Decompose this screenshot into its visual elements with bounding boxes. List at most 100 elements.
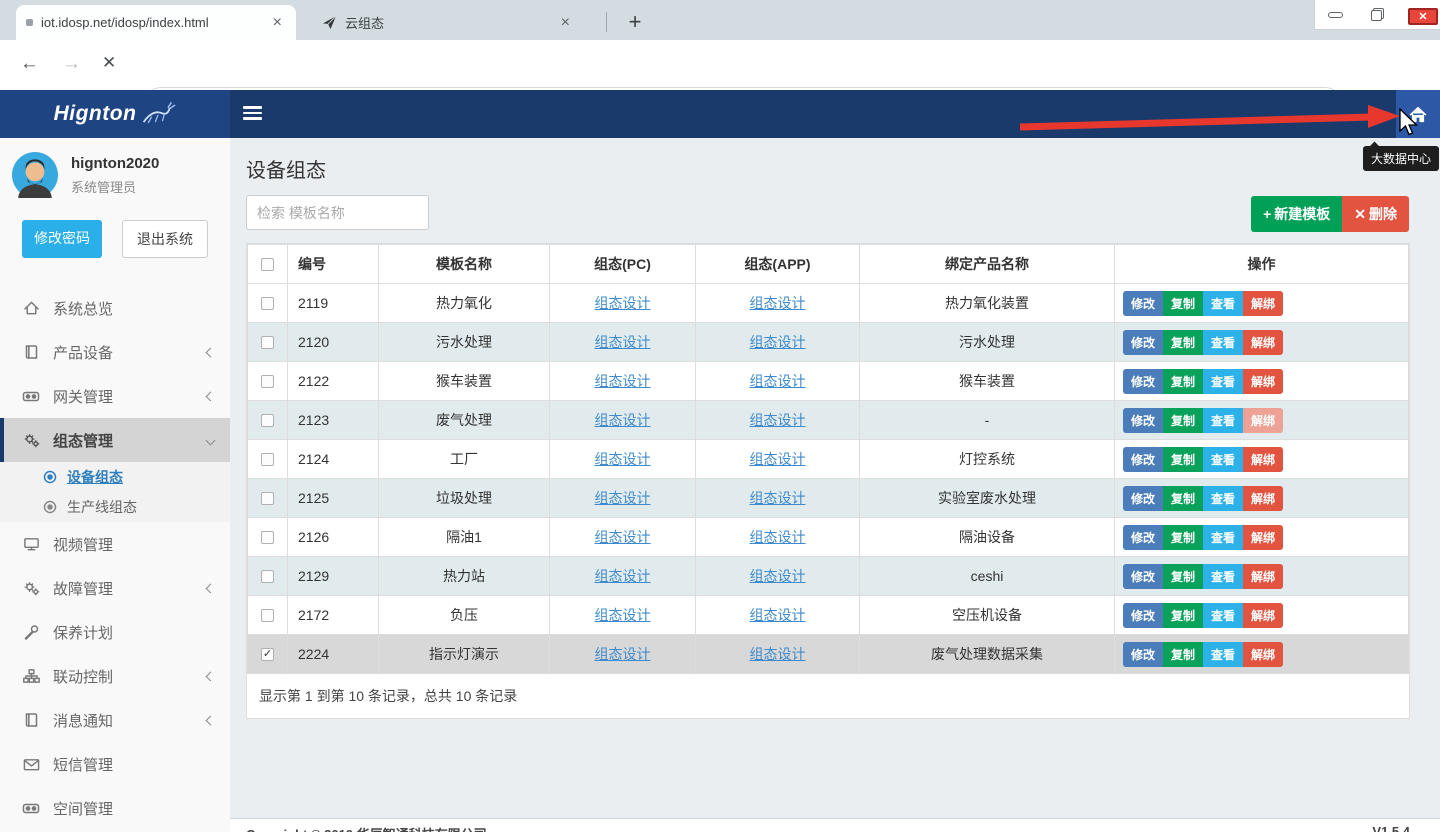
app-design-link[interactable]: 组态设计 xyxy=(750,490,806,506)
copy-button[interactable]: 复制 xyxy=(1163,642,1203,667)
row-checkbox[interactable] xyxy=(261,609,274,622)
view-button[interactable]: 查看 xyxy=(1203,603,1243,628)
back-button[interactable]: ← xyxy=(20,53,39,75)
view-button[interactable]: 查看 xyxy=(1203,447,1243,472)
view-button[interactable]: 查看 xyxy=(1203,369,1243,394)
app-design-link[interactable]: 组态设计 xyxy=(750,412,806,428)
app-design-link[interactable]: 组态设计 xyxy=(750,568,806,584)
edit-button[interactable]: 修改 xyxy=(1123,642,1163,667)
row-checkbox[interactable] xyxy=(261,375,274,388)
app-design-link[interactable]: 组态设计 xyxy=(750,529,806,545)
copy-button[interactable]: 复制 xyxy=(1163,525,1203,550)
copy-button[interactable]: 复制 xyxy=(1163,447,1203,472)
sidebar-item-production-line-configuration[interactable]: 生产线组态 xyxy=(0,492,230,522)
pc-design-link[interactable]: 组态设计 xyxy=(595,529,651,545)
row-checkbox[interactable] xyxy=(261,531,274,544)
minimize-button[interactable] xyxy=(1315,0,1357,29)
view-button[interactable]: 查看 xyxy=(1203,564,1243,589)
view-button[interactable]: 查看 xyxy=(1203,408,1243,433)
row-checkbox[interactable] xyxy=(261,414,274,427)
sidebar-item-gateway[interactable]: 网关管理 xyxy=(0,374,230,418)
tab-inactive[interactable]: 云组态 × xyxy=(312,5,584,40)
pc-design-link[interactable]: 组态设计 xyxy=(595,568,651,584)
pc-design-link[interactable]: 组态设计 xyxy=(595,373,651,389)
copy-button[interactable]: 复制 xyxy=(1163,408,1203,433)
row-checkbox[interactable] xyxy=(261,336,274,349)
row-checkbox[interactable] xyxy=(261,570,274,583)
sidebar-item-video[interactable]: 视频管理 xyxy=(0,522,230,566)
pc-design-link[interactable]: 组态设计 xyxy=(595,607,651,623)
sidebar-item-message-notice[interactable]: 消息通知 xyxy=(0,698,230,742)
copy-button[interactable]: 复制 xyxy=(1163,564,1203,589)
sidebar-item-configuration[interactable]: 组态管理 xyxy=(0,418,230,462)
sidebar-item-sms[interactable]: 短信管理 xyxy=(0,742,230,786)
delete-button[interactable]: ✕删除 xyxy=(1342,196,1409,232)
copy-button[interactable]: 复制 xyxy=(1163,603,1203,628)
pc-design-link[interactable]: 组态设计 xyxy=(595,412,651,428)
app-design-link[interactable]: 组态设计 xyxy=(750,607,806,623)
restore-button[interactable] xyxy=(1357,0,1399,29)
pc-design-link[interactable]: 组态设计 xyxy=(595,295,651,311)
app-design-link[interactable]: 组态设计 xyxy=(750,373,806,389)
copy-button[interactable]: 复制 xyxy=(1163,369,1203,394)
change-password-button[interactable]: 修改密码 xyxy=(22,220,102,258)
app-design-link[interactable]: 组态设计 xyxy=(750,646,806,662)
sidebar-item-product-devices[interactable]: 产品设备 xyxy=(0,330,230,374)
edit-button[interactable]: 修改 xyxy=(1123,408,1163,433)
copy-button[interactable]: 复制 xyxy=(1163,330,1203,355)
unbind-button-disabled[interactable]: 解绑 xyxy=(1243,408,1283,433)
pc-design-link[interactable]: 组态设计 xyxy=(595,334,651,350)
unbind-button[interactable]: 解绑 xyxy=(1243,486,1283,511)
pc-design-link[interactable]: 组态设计 xyxy=(595,490,651,506)
unbind-button[interactable]: 解绑 xyxy=(1243,291,1283,316)
view-button[interactable]: 查看 xyxy=(1203,486,1243,511)
sidebar-item-fault[interactable]: 故障管理 xyxy=(0,566,230,610)
tab-active[interactable]: iot.idosp.net/idosp/index.html × xyxy=(16,5,296,40)
pc-design-link[interactable]: 组态设计 xyxy=(595,646,651,662)
tab-close-icon[interactable]: × xyxy=(269,14,286,32)
stop-button[interactable]: ✕ xyxy=(102,53,116,73)
search-input[interactable] xyxy=(246,195,429,230)
view-button[interactable]: 查看 xyxy=(1203,330,1243,355)
row-checkbox[interactable] xyxy=(261,453,274,466)
sidebar-item-device-configuration[interactable]: 设备组态 xyxy=(0,462,230,492)
edit-button[interactable]: 修改 xyxy=(1123,447,1163,472)
sidebar-item-linkage-control[interactable]: 联动控制 xyxy=(0,654,230,698)
unbind-button[interactable]: 解绑 xyxy=(1243,369,1283,394)
new-tab-button[interactable]: + xyxy=(618,5,652,39)
row-checkbox-checked[interactable]: ✓ xyxy=(261,648,274,661)
copy-button[interactable]: 复制 xyxy=(1163,291,1203,316)
select-all-checkbox[interactable] xyxy=(261,258,274,271)
app-design-link[interactable]: 组态设计 xyxy=(750,451,806,467)
unbind-button[interactable]: 解绑 xyxy=(1243,525,1283,550)
view-button[interactable]: 查看 xyxy=(1203,291,1243,316)
sidebar-item-maintenance[interactable]: 保养计划 xyxy=(0,610,230,654)
unbind-button[interactable]: 解绑 xyxy=(1243,642,1283,667)
view-button[interactable]: 查看 xyxy=(1203,525,1243,550)
unbind-button[interactable]: 解绑 xyxy=(1243,603,1283,628)
edit-button[interactable]: 修改 xyxy=(1123,291,1163,316)
pc-design-link[interactable]: 组态设计 xyxy=(595,451,651,467)
view-button[interactable]: 查看 xyxy=(1203,642,1243,667)
edit-button[interactable]: 修改 xyxy=(1123,525,1163,550)
app-design-link[interactable]: 组态设计 xyxy=(750,295,806,311)
edit-button[interactable]: 修改 xyxy=(1123,486,1163,511)
copy-button[interactable]: 复制 xyxy=(1163,486,1203,511)
new-template-button[interactable]: +新建模板 xyxy=(1251,196,1342,232)
edit-button[interactable]: 修改 xyxy=(1123,369,1163,394)
unbind-button[interactable]: 解绑 xyxy=(1243,564,1283,589)
row-checkbox[interactable] xyxy=(261,492,274,505)
unbind-button[interactable]: 解绑 xyxy=(1243,447,1283,472)
big-data-center-home-button[interactable] xyxy=(1396,90,1440,138)
edit-button[interactable]: 修改 xyxy=(1123,330,1163,355)
unbind-button[interactable]: 解绑 xyxy=(1243,330,1283,355)
forward-button[interactable]: → xyxy=(62,53,81,75)
hamburger-menu-button[interactable] xyxy=(243,106,262,123)
sidebar-item-system-overview[interactable]: 系统总览 xyxy=(0,286,230,330)
logout-button[interactable]: 退出系统 xyxy=(122,220,208,258)
tab-close-icon[interactable]: × xyxy=(557,14,574,32)
app-design-link[interactable]: 组态设计 xyxy=(750,334,806,350)
edit-button[interactable]: 修改 xyxy=(1123,564,1163,589)
sidebar-item-space[interactable]: 空间管理 xyxy=(0,786,230,830)
edit-button[interactable]: 修改 xyxy=(1123,603,1163,628)
